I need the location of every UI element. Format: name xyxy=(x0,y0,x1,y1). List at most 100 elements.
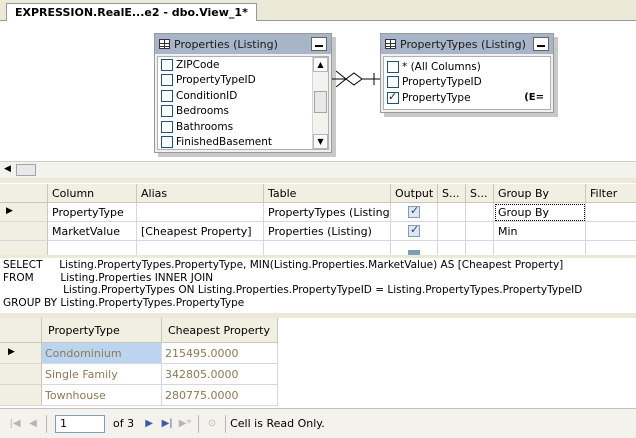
column-checkbox-checked[interactable] xyxy=(387,90,399,104)
column-checkbox[interactable] xyxy=(161,89,173,102)
table-propertytypes-header[interactable]: PropertyTypes (Listing) xyxy=(381,34,553,54)
output-checkbox[interactable] xyxy=(408,223,420,237)
cell-sort-type[interactable] xyxy=(438,203,466,222)
cell-sort-order[interactable] xyxy=(466,241,494,256)
cell-column[interactable]: MarketValue xyxy=(48,222,137,241)
column-checkbox[interactable] xyxy=(387,76,399,89)
column-checkbox[interactable] xyxy=(161,120,173,133)
column-checkbox[interactable] xyxy=(387,60,399,73)
column-row-propertytypeid[interactable]: PropertyTypeID xyxy=(384,75,550,91)
column-row-propertytype[interactable]: PropertyType (E= xyxy=(384,90,550,106)
header-sort-order[interactable]: S... xyxy=(466,184,494,203)
scroll-up-icon[interactable]: ▲ xyxy=(313,57,328,72)
cell-output[interactable] xyxy=(391,241,438,256)
scroll-thumb[interactable] xyxy=(16,164,36,176)
cell-propertytype[interactable]: Single Family xyxy=(42,364,162,385)
header-column[interactable]: Column xyxy=(48,184,137,203)
current-row-indicator-icon[interactable]: ▶ xyxy=(0,203,48,222)
scroll-thumb[interactable] xyxy=(314,91,327,113)
column-list-scrollbar[interactable]: ▲ ▼ xyxy=(312,57,328,149)
last-record-icon[interactable]: ▶| xyxy=(158,415,176,433)
cell-cheapest-property[interactable]: 280775.0000 xyxy=(162,385,278,406)
cell-filter[interactable] xyxy=(586,222,636,241)
cell-filter[interactable] xyxy=(586,241,636,256)
header-group-by[interactable]: Group By xyxy=(494,184,586,203)
header-propertytype[interactable]: PropertyType xyxy=(42,318,162,343)
join-connector[interactable] xyxy=(332,67,380,87)
scroll-left-icon[interactable]: ◀ xyxy=(4,164,11,174)
table-properties-column-list: ZIPCode PropertyTypeID ConditionID Bedro… xyxy=(157,56,329,150)
header-table[interactable]: Table xyxy=(264,184,391,203)
cell-table[interactable] xyxy=(264,241,391,256)
column-checkbox[interactable] xyxy=(161,74,173,87)
cell-output[interactable] xyxy=(391,203,438,222)
cell-group-by[interactable] xyxy=(494,241,586,256)
column-row-bathrooms[interactable]: Bathrooms xyxy=(158,119,328,135)
cell-sort-order[interactable] xyxy=(466,203,494,222)
criteria-row[interactable]: MarketValue [Cheapest Property] Properti… xyxy=(0,222,636,241)
sql-line: SELECT Listing.PropertyTypes.PropertyTyp… xyxy=(3,259,564,271)
column-checkbox[interactable] xyxy=(161,58,173,71)
cell-propertytype[interactable]: Condominium xyxy=(42,343,162,364)
cell-cheapest-property[interactable]: 342805.0000 xyxy=(162,364,278,385)
results-row[interactable]: ▶ Condominium 215495.0000 xyxy=(0,343,636,364)
header-alias[interactable]: Alias xyxy=(137,184,264,203)
row-header[interactable] xyxy=(0,364,42,385)
current-row-indicator-icon[interactable]: ▶ xyxy=(0,343,42,364)
results-row[interactable]: Townhouse 280775.0000 xyxy=(0,385,636,406)
cell-alias[interactable]: [Cheapest Property] xyxy=(137,222,264,241)
header-sort-type[interactable]: S... xyxy=(438,184,466,203)
new-record-icon[interactable]: ▶* xyxy=(176,415,194,433)
cell-table[interactable]: Properties (Listing) xyxy=(264,222,391,241)
row-header[interactable] xyxy=(0,222,48,241)
cell-cheapest-property[interactable]: 215495.0000 xyxy=(162,343,278,364)
output-checkbox[interactable] xyxy=(408,204,420,218)
first-record-icon[interactable]: |◀ xyxy=(6,415,24,433)
column-row-propertytypeid[interactable]: PropertyTypeID xyxy=(158,73,328,89)
cell-table[interactable]: PropertyTypes (Listing) xyxy=(264,203,391,222)
header-filter[interactable]: Filter xyxy=(586,184,636,203)
row-header[interactable] xyxy=(0,241,48,256)
cell-sort-order[interactable] xyxy=(466,222,494,241)
cell-filter[interactable] xyxy=(586,203,636,222)
scroll-down-icon[interactable]: ▼ xyxy=(313,134,328,149)
document-tab[interactable]: EXPRESSION.RealE...e2 - dbo.View_1* xyxy=(6,3,257,22)
pane-splitter[interactable] xyxy=(0,178,636,183)
table-properties-header[interactable]: Properties (Listing) xyxy=(155,34,331,54)
column-checkbox[interactable] xyxy=(161,136,173,149)
next-record-icon[interactable]: ▶ xyxy=(140,415,158,433)
table-properties[interactable]: Properties (Listing) ZIPCode PropertyTyp… xyxy=(154,33,332,153)
previous-record-icon[interactable]: ◀ xyxy=(24,415,42,433)
column-checkbox[interactable] xyxy=(161,105,173,118)
column-row-finishedbasement[interactable]: FinishedBasement xyxy=(158,135,328,151)
column-row-all-columns[interactable]: * (All Columns) xyxy=(384,59,550,75)
row-header[interactable] xyxy=(0,385,42,406)
column-name: PropertyType xyxy=(402,91,471,104)
minimize-button[interactable] xyxy=(311,37,327,51)
cell-alias[interactable] xyxy=(137,241,264,256)
criteria-row-empty[interactable] xyxy=(0,241,636,256)
current-record-input[interactable]: 1 xyxy=(55,414,105,433)
header-cheapest-property[interactable]: Cheapest Property xyxy=(162,318,278,343)
column-row-zipcode[interactable]: ZIPCode xyxy=(158,57,328,73)
table-propertytypes[interactable]: PropertyTypes (Listing) * (All Columns) … xyxy=(380,33,554,113)
criteria-row[interactable]: ▶ PropertyType PropertyTypes (Listing) G… xyxy=(0,203,636,222)
column-row-conditionid[interactable]: ConditionID xyxy=(158,88,328,104)
cell-sort-type[interactable] xyxy=(438,241,466,256)
cell-column[interactable]: PropertyType xyxy=(48,203,137,222)
header-output[interactable]: Output xyxy=(391,184,438,203)
cell-column[interactable] xyxy=(48,241,137,256)
diagram-horizontal-scrollbar[interactable]: ◀ xyxy=(0,161,636,178)
sql-pane[interactable]: SELECT Listing.PropertyTypes.PropertyTyp… xyxy=(0,259,636,311)
cell-alias[interactable] xyxy=(137,203,264,222)
cell-propertytype[interactable]: Townhouse xyxy=(42,385,162,406)
cell-sort-type[interactable] xyxy=(438,222,466,241)
stop-icon[interactable]: ⊙ xyxy=(203,415,221,433)
minimize-button[interactable] xyxy=(533,37,549,51)
cell-output[interactable] xyxy=(391,222,438,241)
cell-group-by[interactable]: Group By xyxy=(494,203,586,222)
pane-splitter[interactable] xyxy=(0,255,636,258)
results-row[interactable]: Single Family 342805.0000 xyxy=(0,364,636,385)
cell-group-by[interactable]: Min xyxy=(494,222,586,241)
column-row-bedrooms[interactable]: Bedrooms xyxy=(158,104,328,120)
